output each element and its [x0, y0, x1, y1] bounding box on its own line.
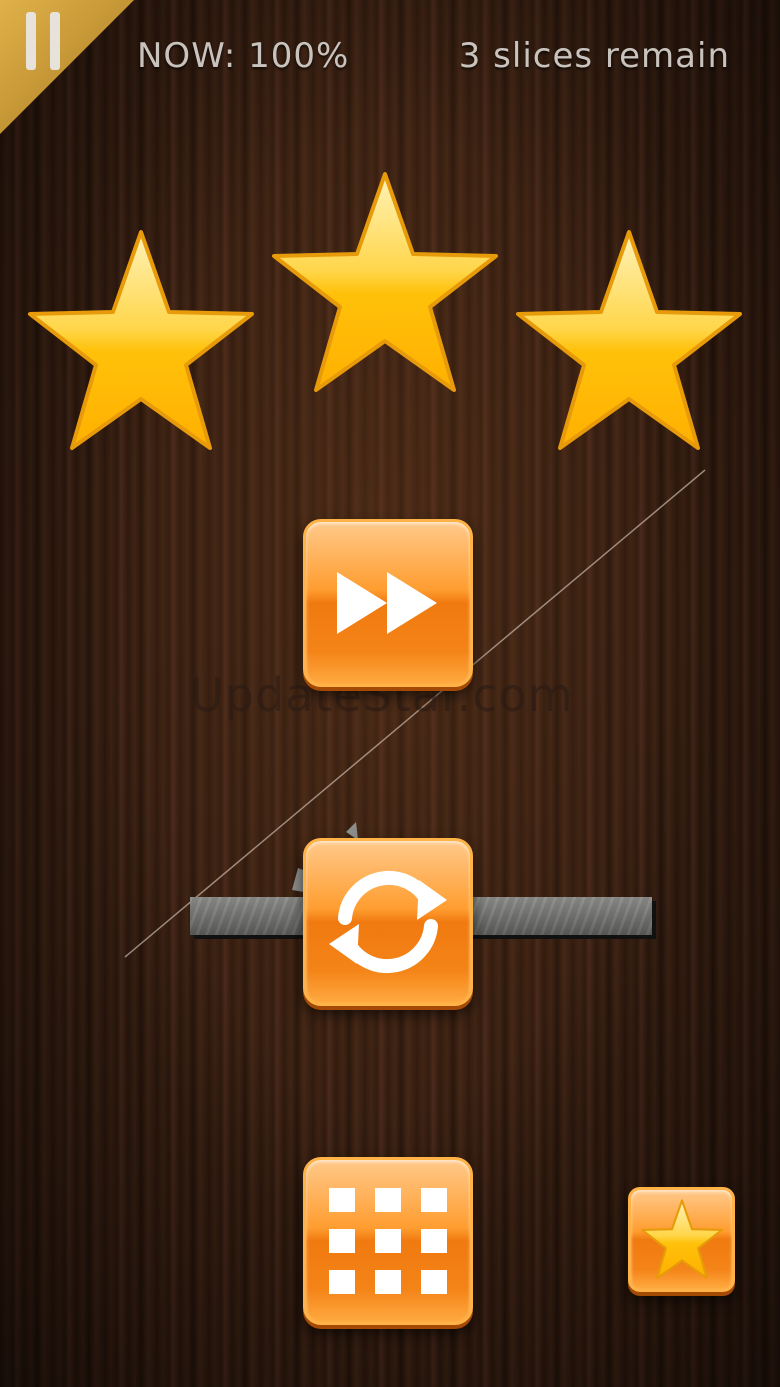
rating-star-3: [514, 228, 744, 456]
restart-button[interactable]: [303, 838, 473, 1006]
grid-icon: [329, 1188, 447, 1294]
rate-button[interactable]: [628, 1187, 735, 1292]
refresh-icon: [329, 870, 447, 974]
pause-button[interactable]: [0, 0, 134, 134]
level-select-button[interactable]: [303, 1157, 473, 1325]
completion-percent: NOW: 100%: [137, 36, 350, 76]
fast-forward-icon: [337, 572, 437, 634]
next-level-button[interactable]: [303, 519, 473, 687]
rating-star-2: [270, 170, 500, 398]
star-icon: [640, 1198, 723, 1279]
pause-icon: [0, 0, 134, 134]
rating-star-1: [26, 228, 256, 456]
slices-remaining: 3 slices remain: [458, 36, 730, 76]
